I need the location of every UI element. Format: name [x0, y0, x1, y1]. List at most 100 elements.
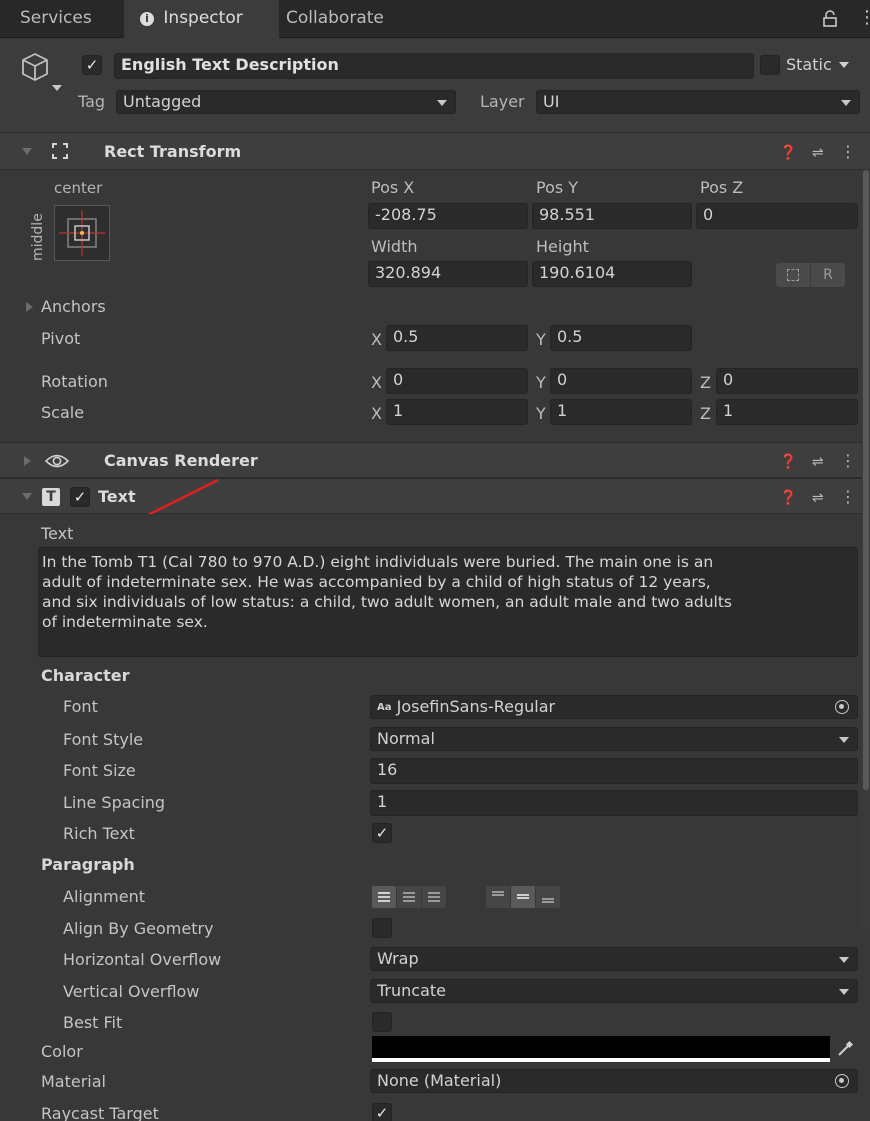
align-by-geometry-label: Align By Geometry: [63, 919, 214, 938]
tag-dropdown[interactable]: Untagged: [116, 90, 456, 114]
text-line: adult of indeterminate sex. He was accom…: [42, 573, 711, 591]
alignment-right-button[interactable]: [422, 886, 446, 908]
scale-z-field[interactable]: 1: [716, 399, 858, 425]
anchor-presets-button[interactable]: [54, 205, 110, 261]
pos-y-field[interactable]: 98.551: [532, 203, 692, 229]
tab-services[interactable]: Services: [0, 0, 120, 38]
layer-value: UI: [543, 92, 560, 111]
scrollbar-thumb[interactable]: [863, 170, 869, 790]
preset-icon[interactable]: ⇌: [812, 454, 824, 470]
object-name-field[interactable]: English Text Description: [114, 53, 754, 79]
foldout-arrow-icon[interactable]: [22, 148, 32, 155]
chevron-down-icon: [437, 100, 447, 106]
font-field[interactable]: Aa JosefinSans-Regular: [370, 695, 858, 719]
scrollbar[interactable]: [862, 170, 870, 930]
width-label: Width: [371, 237, 418, 256]
vertical-overflow-dropdown[interactable]: Truncate: [370, 979, 858, 1003]
component-header-icons: ❓ ⇌ ⋮: [780, 487, 856, 506]
anchors-label[interactable]: Anchors: [41, 297, 106, 316]
object-picker-icon[interactable]: [835, 700, 849, 714]
raw-edit-button[interactable]: R: [811, 263, 845, 287]
font-size-field[interactable]: 16: [370, 758, 858, 784]
gameobject-cube-icon[interactable]: [20, 51, 50, 83]
text-label: Text: [41, 524, 74, 543]
font-style-label: Font Style: [63, 730, 144, 749]
active-checkbox[interactable]: ✓: [82, 55, 102, 75]
more-vert-icon[interactable]: ⋮: [858, 8, 870, 28]
width-field[interactable]: 320.894: [368, 261, 528, 287]
rot-z-axis-label: Z: [700, 373, 711, 392]
best-fit-checkbox[interactable]: [372, 1012, 392, 1032]
tab-inspector[interactable]: i Inspector: [124, 0, 279, 39]
pivot-y-field[interactable]: 0.5: [550, 325, 692, 351]
horizontal-overflow-dropdown[interactable]: Wrap: [370, 947, 858, 971]
static-dropdown[interactable]: Static: [786, 55, 866, 77]
text-component-icon: T: [42, 488, 60, 506]
color-picker-icon[interactable]: [836, 1040, 854, 1058]
preset-icon[interactable]: ⇌: [812, 490, 824, 506]
lock-icon[interactable]: [822, 10, 838, 28]
component-header-icons: ❓ ⇌ ⋮: [780, 142, 856, 161]
blueprint-mode-button[interactable]: [776, 263, 810, 287]
tag-value: Untagged: [123, 92, 202, 111]
alignment-bottom-button[interactable]: [536, 886, 560, 908]
layer-dropdown[interactable]: UI: [536, 90, 860, 114]
more-vert-icon[interactable]: ⋮: [840, 487, 856, 506]
color-swatch[interactable]: [372, 1036, 830, 1062]
scale-x-axis-label: X: [371, 404, 382, 423]
rich-text-checkbox[interactable]: ✓: [372, 823, 392, 843]
font-asset-icon: Aa: [377, 702, 392, 713]
rect-transform-header[interactable]: Rect Transform ❓ ⇌ ⋮: [0, 132, 870, 170]
material-field[interactable]: None (Material): [370, 1069, 858, 1093]
canvas-renderer-header[interactable]: Canvas Renderer ❓ ⇌ ⋮: [0, 442, 870, 478]
text-line: In the Tomb T1 (Cal 780 to 970 A.D.) eig…: [42, 553, 714, 571]
text-area[interactable]: In the Tomb T1 (Cal 780 to 970 A.D.) eig…: [38, 547, 858, 657]
height-field[interactable]: 190.6104: [532, 261, 692, 287]
alignment-center-button[interactable]: [397, 886, 421, 908]
tab-services-label: Services: [20, 8, 92, 28]
anchors-foldout-icon[interactable]: [26, 302, 33, 312]
height-label: Height: [536, 237, 589, 256]
chevron-down-icon: [839, 989, 849, 995]
help-icon[interactable]: ❓: [780, 145, 797, 161]
rect-transform-body: center middle Pos X Pos Y Pos Z -208.75 …: [0, 171, 870, 441]
more-vert-icon[interactable]: ⋮: [840, 451, 856, 470]
preset-icon[interactable]: ⇌: [812, 145, 824, 161]
scale-y-axis-label: Y: [536, 404, 546, 423]
pivot-label: Pivot: [41, 329, 81, 348]
help-icon[interactable]: ❓: [780, 454, 797, 470]
pivot-x-field[interactable]: 0.5: [386, 325, 528, 351]
line-spacing-label: Line Spacing: [63, 793, 166, 812]
scale-label: Scale: [41, 403, 85, 422]
text-component-body: Text In the Tomb T1 (Cal 780 to 970 A.D.…: [0, 514, 870, 1121]
line-spacing-field[interactable]: 1: [370, 790, 858, 816]
static-checkbox[interactable]: [760, 55, 780, 75]
pos-y-label: Pos Y: [536, 178, 579, 197]
align-by-geometry-checkbox[interactable]: [372, 918, 392, 938]
chevron-down-icon: [838, 62, 849, 68]
scale-y-field[interactable]: 1: [550, 399, 692, 425]
rot-x-field[interactable]: 0: [386, 368, 528, 394]
rotation-label: Rotation: [41, 372, 108, 391]
help-icon[interactable]: ❓: [780, 490, 797, 506]
anchor-v-label: middle: [30, 213, 46, 261]
alignment-top-button[interactable]: [486, 886, 510, 908]
font-style-dropdown[interactable]: Normal: [370, 727, 858, 751]
alignment-middle-button[interactable]: [511, 886, 535, 908]
raycast-target-checkbox[interactable]: ✓: [372, 1103, 392, 1121]
text-enabled-checkbox[interactable]: ✓: [70, 487, 90, 507]
foldout-arrow-icon[interactable]: [24, 456, 31, 466]
rot-z-field[interactable]: 0: [716, 368, 858, 394]
tab-collaborate[interactable]: Collaborate: [286, 0, 416, 38]
icon-dropdown-arrow[interactable]: [52, 85, 62, 91]
rot-y-field[interactable]: 0: [550, 368, 692, 394]
object-picker-icon[interactable]: [835, 1074, 849, 1088]
pos-x-field[interactable]: -208.75: [368, 203, 528, 229]
pos-z-field[interactable]: 0: [696, 203, 858, 229]
more-vert-icon[interactable]: ⋮: [840, 142, 856, 161]
scale-x-field[interactable]: 1: [386, 399, 528, 425]
foldout-arrow-icon[interactable]: [22, 493, 32, 500]
tag-label: Tag: [78, 92, 106, 111]
chevron-down-icon: [841, 100, 851, 106]
alignment-left-button[interactable]: [372, 886, 396, 908]
